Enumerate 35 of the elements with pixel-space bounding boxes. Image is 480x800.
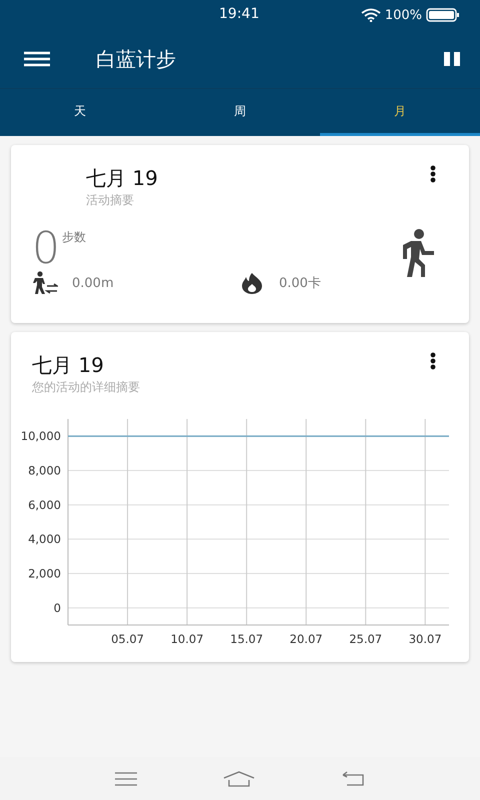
tab[interactable]: 月 xyxy=(320,89,480,136)
tab[interactable]: 天 xyxy=(0,89,160,136)
y-tick-label: 8,000 xyxy=(28,464,61,478)
more-icon[interactable] xyxy=(430,165,436,183)
home-icon[interactable] xyxy=(223,770,255,786)
x-tick-label: 30.07 xyxy=(408,632,442,646)
x-tick-label: 05.07 xyxy=(111,632,144,646)
y-tick-label: 4,000 xyxy=(28,532,61,546)
card-subtitle: 您的活动的详细摘要 xyxy=(32,379,140,396)
x-tick-label: 15.07 xyxy=(230,632,264,646)
flame-icon xyxy=(241,272,263,294)
y-tick-label: 6,000 xyxy=(28,498,61,512)
x-tick-label: 25.07 xyxy=(349,632,382,646)
more-icon[interactable] xyxy=(430,352,436,370)
status-time: 19:41 xyxy=(219,6,260,22)
battery-icon xyxy=(426,8,460,22)
battery-percent: 100% xyxy=(384,8,422,22)
card-subtitle: 活动摘要 xyxy=(86,192,135,209)
calories-value: 0.00卡 xyxy=(279,275,321,292)
distance-value: 0.00m xyxy=(72,276,114,290)
card-title: 七月 19 xyxy=(86,165,158,192)
y-tick-label: 10,000 xyxy=(20,429,61,444)
pause-icon[interactable] xyxy=(444,52,460,66)
x-tick-label: 10.07 xyxy=(170,632,204,646)
tab[interactable]: 周 xyxy=(160,89,320,136)
y-tick-label: 2,000 xyxy=(28,566,61,580)
wifi-icon xyxy=(360,8,381,22)
back-icon[interactable] xyxy=(341,770,365,786)
app-title: 白蓝计步 xyxy=(96,46,176,72)
step-count: 0 xyxy=(32,227,60,271)
steps-label: 步数 xyxy=(62,229,86,246)
card-title: 七月 19 xyxy=(32,352,105,379)
y-tick-label: 0 xyxy=(54,600,61,615)
x-tick-label: 20.07 xyxy=(290,632,323,646)
distance-icon xyxy=(32,271,58,295)
